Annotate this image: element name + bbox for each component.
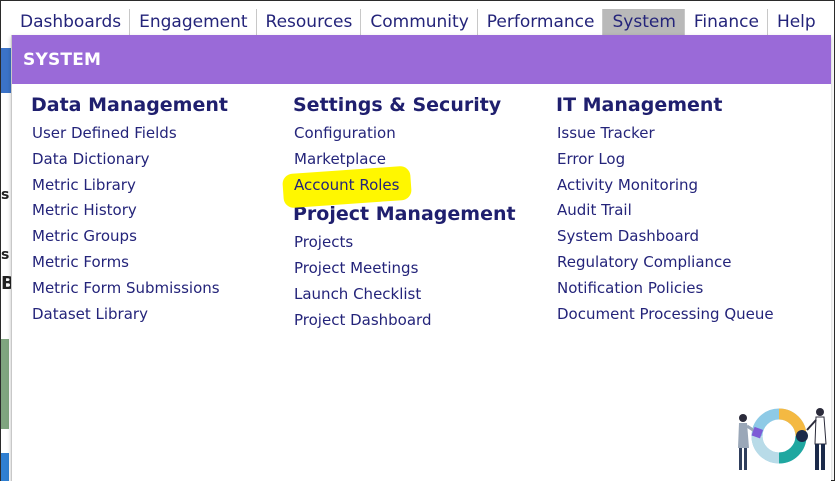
top-navigation: Dashboards Engagement Resources Communit… — [1, 1, 835, 35]
menu-column-data-management: Data Management User Defined Fields Data… — [31, 93, 228, 327]
background-green-block — [1, 339, 9, 429]
menu-link-launch-checklist[interactable]: Launch Checklist — [293, 282, 516, 308]
menu-link-metric-history[interactable]: Metric History — [31, 198, 228, 224]
menu-link-audit-trail[interactable]: Audit Trail — [556, 198, 774, 224]
menu-link-account-roles[interactable]: Account Roles — [281, 165, 516, 209]
background-blue-block-bottom — [1, 453, 9, 481]
background-blue-block — [1, 48, 11, 93]
menu-link-data-dictionary[interactable]: Data Dictionary — [31, 147, 228, 173]
section-title-it-management: IT Management — [556, 94, 723, 116]
menu-column-settings: Settings & Security Configuration Market… — [281, 93, 516, 334]
menu-link-configuration[interactable]: Configuration — [293, 121, 516, 147]
menu-link-projects[interactable]: Projects — [293, 230, 516, 256]
background-char: s — [1, 187, 10, 203]
menu-link-notification-policies[interactable]: Notification Policies — [556, 276, 774, 302]
section-title-settings-security: Settings & Security — [293, 94, 502, 116]
section-title-project-management: Project Management — [293, 203, 516, 226]
system-dropdown-panel: SYSTEM Data Management User Defined Fiel… — [11, 35, 831, 481]
menu-link-metric-form-submissions[interactable]: Metric Form Submissions — [31, 276, 228, 302]
section-title-data-management: Data Management — [31, 94, 228, 116]
puzzle-team-illustration — [738, 408, 827, 470]
menu-link-dataset-library[interactable]: Dataset Library — [31, 302, 228, 328]
menu-link-metric-library[interactable]: Metric Library — [31, 173, 228, 199]
panel-header: SYSTEM — [12, 35, 831, 84]
nav-tab-help[interactable]: Help — [768, 9, 824, 35]
menu-column-it-management: IT Management Issue Tracker Error Log Ac… — [556, 93, 774, 327]
menu-link-metric-groups[interactable]: Metric Groups — [31, 224, 228, 250]
menu-link-label: Account Roles — [294, 175, 400, 194]
nav-tab-resources[interactable]: Resources — [257, 9, 362, 35]
person-right-icon — [806, 408, 827, 470]
menu-link-issue-tracker[interactable]: Issue Tracker — [556, 121, 774, 147]
menu-link-regulatory-compliance[interactable]: Regulatory Compliance — [556, 250, 774, 276]
nav-tab-engagement[interactable]: Engagement — [130, 9, 257, 35]
nav-tab-community[interactable]: Community — [361, 9, 478, 35]
menu-link-document-processing-queue[interactable]: Document Processing Queue — [556, 302, 774, 328]
nav-tab-dashboards[interactable]: Dashboards — [1, 9, 131, 35]
menu-link-activity-monitoring[interactable]: Activity Monitoring — [556, 173, 774, 199]
menu-link-system-dashboard[interactable]: System Dashboard — [556, 224, 774, 250]
app-frame: s B s Dashboards Engagement Resources Co… — [0, 0, 835, 481]
menu-link-error-log[interactable]: Error Log — [556, 147, 774, 173]
background-char: s — [1, 247, 10, 263]
menu-link-project-dashboard[interactable]: Project Dashboard — [293, 308, 516, 334]
menu-link-user-defined-fields[interactable]: User Defined Fields — [31, 121, 228, 147]
puzzle-ring-icon — [751, 408, 808, 464]
menu-link-project-meetings[interactable]: Project Meetings — [293, 256, 516, 282]
nav-tab-system[interactable]: System — [603, 9, 685, 35]
menu-link-metric-forms[interactable]: Metric Forms — [31, 250, 228, 276]
nav-tab-finance[interactable]: Finance — [685, 9, 768, 35]
nav-tab-performance[interactable]: Performance — [478, 9, 604, 35]
